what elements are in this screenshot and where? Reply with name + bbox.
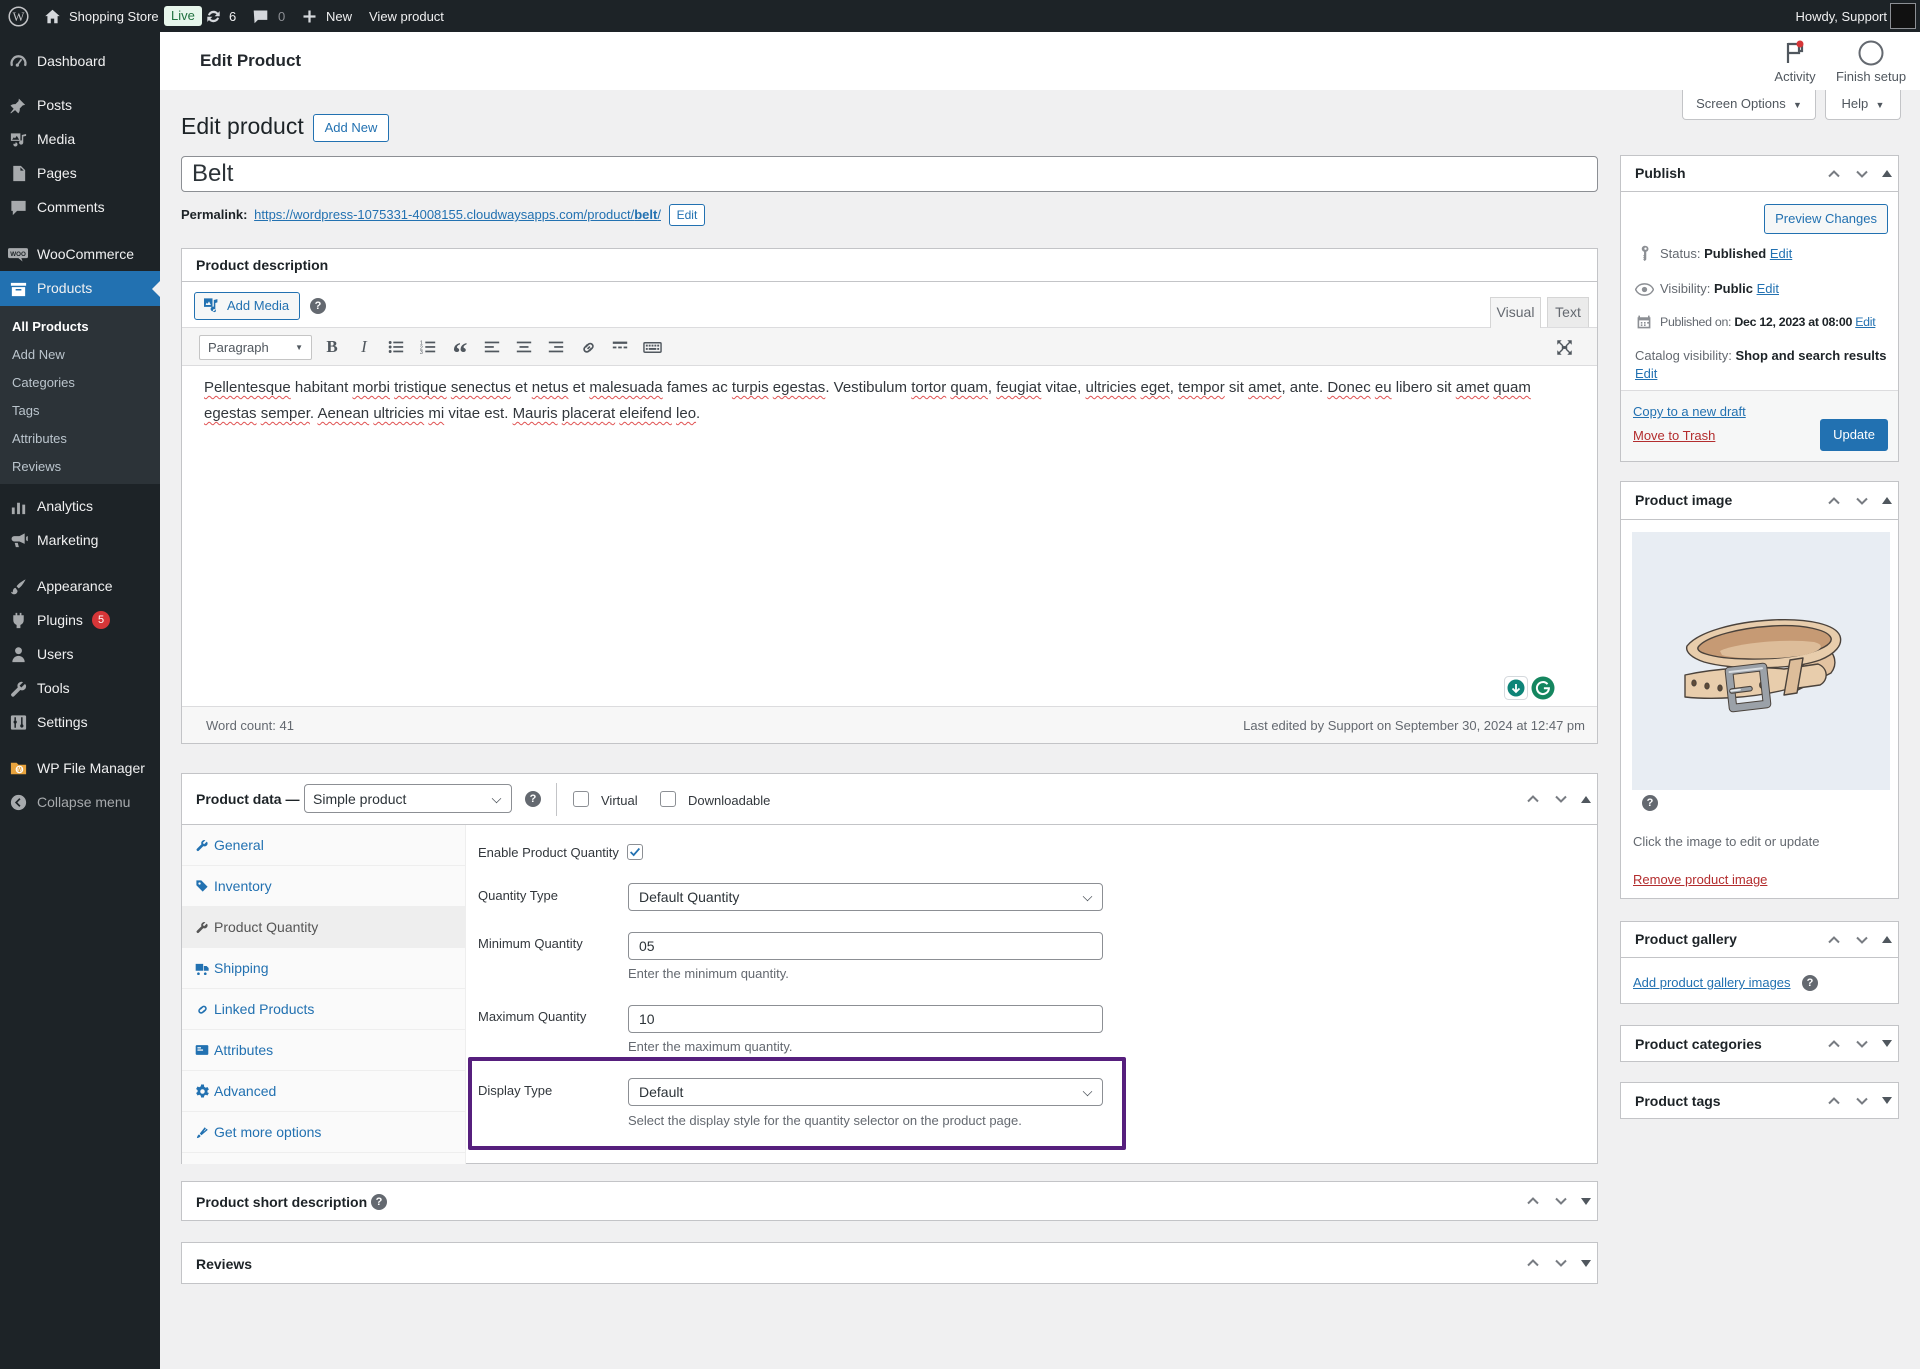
svg-text:3: 3 [420, 350, 423, 356]
svg-text:W: W [16, 766, 22, 773]
svg-text:WOO: WOO [10, 251, 26, 258]
svg-text:W: W [13, 9, 25, 23]
